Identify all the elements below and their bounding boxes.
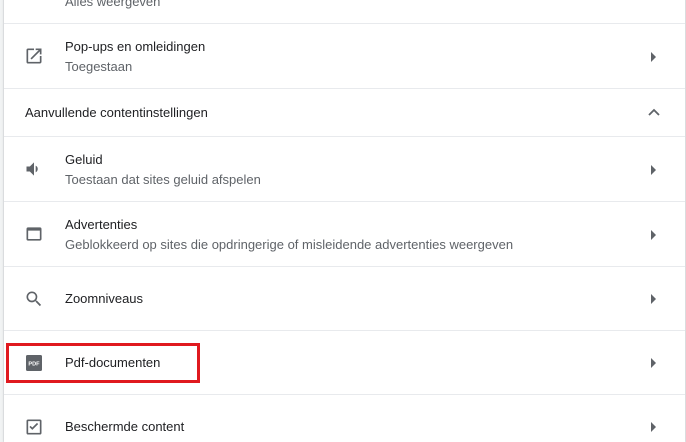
search-icon <box>24 289 44 309</box>
row-pdf-documents-title: Pdf-documenten <box>65 355 161 370</box>
row-ads-subtitle: Geblokkeerd op sites die opdringerige of… <box>65 237 514 252</box>
row-zoom-levels[interactable]: Zoomniveaus <box>4 266 685 330</box>
arrow-right-icon <box>649 230 657 240</box>
row-view-all-label: Alles weergeven <box>65 0 161 9</box>
arrow-right-icon <box>649 358 657 368</box>
volume-icon <box>24 159 44 179</box>
pdf-icon-label: PDF <box>28 362 40 368</box>
arrow-right-icon <box>649 294 657 304</box>
arrow-right-icon <box>649 165 657 175</box>
arrow-right-icon <box>649 52 657 62</box>
protected-content-icon <box>24 417 44 437</box>
section-additional-content-settings: Aanvullende contentinstellingen <box>4 88 685 136</box>
section-title: Aanvullende contentinstellingen <box>25 105 208 120</box>
chevron-up-icon[interactable] <box>647 105 661 119</box>
row-popups-title: Pop-ups en omleidingen <box>65 39 206 54</box>
row-zoom-levels-title: Zoomniveaus <box>65 291 144 306</box>
open-in-new-icon <box>24 46 44 66</box>
row-protected-content-title: Beschermde content <box>65 419 185 434</box>
row-ads[interactable]: Advertenties Geblokkeerd op sites die op… <box>4 201 685 266</box>
row-popups-subtitle: Toegestaan <box>65 59 133 74</box>
row-sound-subtitle: Toestaan dat sites geluid afspelen <box>65 172 261 187</box>
row-popups[interactable]: Pop-ups en omleidingen Toegestaan <box>4 23 685 88</box>
row-view-all[interactable]: Alles weergeven <box>4 0 685 23</box>
row-sound[interactable]: Geluid Toestaan dat sites geluid afspele… <box>4 136 685 201</box>
arrow-right-icon <box>649 422 657 432</box>
row-protected-content[interactable]: Beschermde content <box>4 394 685 442</box>
pdf-icon: PDF <box>24 353 44 373</box>
settings-card: Alles weergeven Pop-ups en omleidingen T… <box>4 0 685 442</box>
row-ads-title: Advertenties <box>65 217 138 232</box>
window-icon <box>24 224 44 244</box>
row-pdf-documents[interactable]: PDF Pdf-documenten <box>4 330 685 394</box>
row-sound-title: Geluid <box>65 152 103 167</box>
